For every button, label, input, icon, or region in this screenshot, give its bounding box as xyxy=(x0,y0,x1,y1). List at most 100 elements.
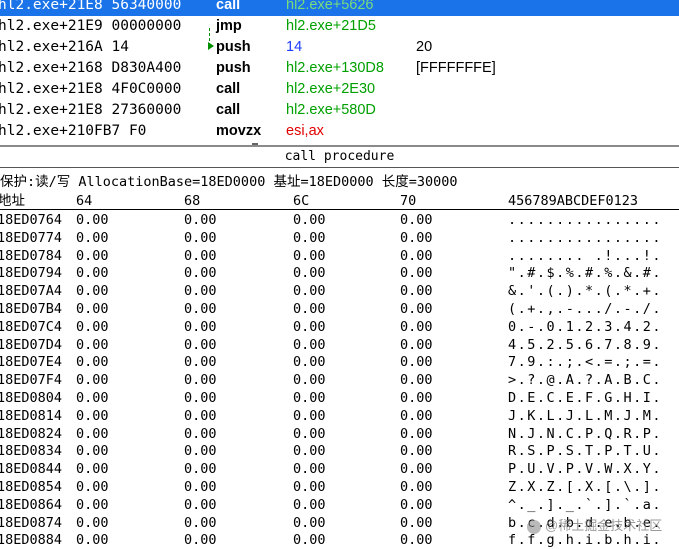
column-header-6c[interactable]: 6C xyxy=(293,193,309,210)
memory-row[interactable]: 18ED0774 0.00 0.00 0.00 0.00................ xyxy=(0,230,679,247)
memory-value[interactable]: 0.00 xyxy=(76,515,109,532)
memory-value[interactable]: 0.00 xyxy=(184,443,217,460)
memory-value[interactable]: 0.00 xyxy=(293,248,326,265)
memory-value[interactable]: 0.00 xyxy=(184,461,217,478)
disassembly-pane[interactable]: hl2.exe+21E8 56340000 call hl2.exe+5626 hl2… xyxy=(0,0,679,145)
memory-value[interactable]: 0.00 xyxy=(400,337,433,354)
disasm-row[interactable]: hl2.exe+216A 14 push 14 20 xyxy=(0,37,679,58)
memory-row[interactable]: 18ED0864 0.00 0.00 0.00 0.00 ^._.]._.`.].`.a. xyxy=(0,497,679,514)
memory-value[interactable]: 0.00 xyxy=(184,408,217,425)
memory-value[interactable]: 0.00 xyxy=(293,479,326,496)
memory-value[interactable]: 0.00 xyxy=(400,248,433,265)
memory-value[interactable]: 0.00 xyxy=(184,372,217,389)
memory-value[interactable]: 0.00 xyxy=(293,461,326,478)
memory-row[interactable]: 18ED0794 0.00 0.00 0.00 0.00 ".#.$.%.#.%.&.#. xyxy=(0,265,679,282)
memory-value[interactable]: 0.00 xyxy=(76,319,109,336)
memory-value[interactable]: 0.00 xyxy=(293,319,326,336)
memory-value[interactable]: 0.00 xyxy=(184,532,217,549)
memory-value[interactable]: 0.00 xyxy=(184,301,217,318)
memory-value[interactable]: 0.00 xyxy=(400,265,433,282)
memory-value[interactable]: 0.00 xyxy=(76,283,109,300)
memory-value[interactable]: 0.00 xyxy=(184,497,217,514)
memory-row[interactable]: 18ED07C4 0.00 0.00 0.00 0.00 0.-.0.1.2.3.4.2. xyxy=(0,319,679,336)
memory-value[interactable]: 0.00 xyxy=(400,479,433,496)
memory-row[interactable]: 18ED07D4 0.00 0.00 0.00 0.00 4.5.2.5.6.7.8.9. xyxy=(0,337,679,354)
memory-value[interactable]: 0.00 xyxy=(76,337,109,354)
memory-value[interactable]: 0.00 xyxy=(400,319,433,336)
memory-row[interactable]: 18ED0844 0.00 0.00 0.00 0.00 P.U.V.P.V.W.X.Y. xyxy=(0,461,679,478)
memory-value[interactable]: 0.00 xyxy=(293,426,326,443)
memory-value[interactable]: 0.00 xyxy=(293,230,326,247)
memory-value[interactable]: 0.00 xyxy=(400,354,433,371)
memory-value[interactable]: 0.00 xyxy=(293,390,326,407)
memory-value[interactable]: 0.00 xyxy=(76,443,109,460)
memory-row[interactable]: 18ED0814 0.00 0.00 0.00 0.00 J.K.L.J.L.M.J.M. xyxy=(0,408,679,425)
memory-value[interactable]: 0.00 xyxy=(76,212,109,229)
memory-value[interactable]: 0.00 xyxy=(76,230,109,247)
disasm-row[interactable]: hl2.exe+21E8 56340000 call hl2.exe+5626 xyxy=(0,0,679,16)
memory-row[interactable]: 18ED0854 0.00 0.00 0.00 0.00 Z.X.Z.[.X.[.\.]. xyxy=(0,479,679,496)
memory-value[interactable]: 0.00 xyxy=(400,212,433,229)
memory-value[interactable]: 0.00 xyxy=(293,515,326,532)
memory-value[interactable]: 0.00 xyxy=(293,408,326,425)
memory-value[interactable]: 0.00 xyxy=(184,354,217,371)
memory-value[interactable]: 0.00 xyxy=(184,337,217,354)
memory-value[interactable]: 0.00 xyxy=(293,497,326,514)
memory-value[interactable]: 0.00 xyxy=(76,372,109,389)
memory-value[interactable]: 0.00 xyxy=(400,283,433,300)
memory-view[interactable]: 18ED0764 0.00 0.00 0.00 0.00................… xyxy=(0,212,679,549)
column-header-64[interactable]: 64 xyxy=(76,193,92,210)
memory-value[interactable]: 0.00 xyxy=(400,443,433,460)
memory-row[interactable]: 18ED0824 0.00 0.00 0.00 0.00 N.J.N.C.P.Q.R.P. xyxy=(0,426,679,443)
memory-value[interactable]: 0.00 xyxy=(76,248,109,265)
memory-value[interactable]: 0.00 xyxy=(293,354,326,371)
memory-value[interactable]: 0.00 xyxy=(293,301,326,318)
memory-value[interactable]: 0.00 xyxy=(184,265,217,282)
memory-row[interactable]: 18ED07A4 0.00 0.00 0.00 0.00 &.'.(.).*.(.*.+. xyxy=(0,283,679,300)
memory-row[interactable]: 18ED07B4 0.00 0.00 0.00 0.00 (.+.,.-.../.-./. xyxy=(0,301,679,318)
column-header-ascii[interactable]: 456789ABCDEF0123 xyxy=(508,193,638,210)
disasm-row[interactable]: hl2.exe+21E8 27360000 call hl2.exe+580D xyxy=(0,100,679,121)
memory-row[interactable]: 18ED0804 0.00 0.00 0.00 0.00 D.E.C.E.F.G.H.I. xyxy=(0,390,679,407)
memory-value[interactable]: 0.00 xyxy=(76,408,109,425)
disasm-row[interactable]: hl2.exe+21E9 00000000 jmp hl2.exe+21D5 xyxy=(0,16,679,37)
memory-value[interactable]: 0.00 xyxy=(76,426,109,443)
memory-value[interactable]: 0.00 xyxy=(184,479,217,496)
memory-value[interactable]: 0.00 xyxy=(76,390,109,407)
column-header-address[interactable]: 地址 xyxy=(0,193,25,210)
memory-row[interactable]: 18ED0764 0.00 0.00 0.00 0.00................ xyxy=(0,212,679,229)
memory-value[interactable]: 0.00 xyxy=(76,301,109,318)
memory-row[interactable]: 18ED07E4 0.00 0.00 0.00 0.00 7.9.:.;.<.=.;.=. xyxy=(0,354,679,371)
memory-value[interactable]: 0.00 xyxy=(76,265,109,282)
memory-row[interactable]: 18ED0784 0.00 0.00 0.00 0.00 ........ .!...!. xyxy=(0,248,679,265)
memory-value[interactable]: 0.00 xyxy=(400,532,433,549)
memory-value[interactable]: 0.00 xyxy=(184,426,217,443)
disasm-row[interactable]: hl2.exe+21E8 4F0C0000 call hl2.exe+2E30 xyxy=(0,79,679,100)
memory-value[interactable]: 0.00 xyxy=(184,515,217,532)
memory-value[interactable]: 0.00 xyxy=(293,532,326,549)
memory-value[interactable]: 0.00 xyxy=(293,283,326,300)
memory-value[interactable]: 0.00 xyxy=(76,532,109,549)
memory-value[interactable]: 0.00 xyxy=(400,390,433,407)
memory-value[interactable]: 0.00 xyxy=(184,319,217,336)
memory-value[interactable]: 0.00 xyxy=(293,265,326,282)
memory-value[interactable]: 0.00 xyxy=(184,390,217,407)
column-header-68[interactable]: 68 xyxy=(184,193,200,210)
memory-value[interactable]: 0.00 xyxy=(400,301,433,318)
memory-value[interactable]: 0.00 xyxy=(76,354,109,371)
memory-value[interactable]: 0.00 xyxy=(400,230,433,247)
memory-value[interactable]: 0.00 xyxy=(293,372,326,389)
memory-value[interactable]: 0.00 xyxy=(400,372,433,389)
memory-value[interactable]: 0.00 xyxy=(184,248,217,265)
memory-value[interactable]: 0.00 xyxy=(400,408,433,425)
memory-value[interactable]: 0.00 xyxy=(400,461,433,478)
memory-value[interactable]: 0.00 xyxy=(184,230,217,247)
memory-value[interactable]: 0.00 xyxy=(76,461,109,478)
memory-value[interactable]: 0.00 xyxy=(293,212,326,229)
disasm-row[interactable]: hl2.exe+2168 D830A400 push hl2.exe+130D8 [F… xyxy=(0,58,679,79)
memory-row[interactable]: 18ED0834 0.00 0.00 0.00 0.00 R.S.P.S.T.P.T.U. xyxy=(0,443,679,460)
column-header-70[interactable]: 70 xyxy=(400,193,416,210)
memory-row[interactable]: 18ED07F4 0.00 0.00 0.00 0.00 >.?.@.A.?.A.B.C. xyxy=(0,372,679,389)
memory-value[interactable]: 0.00 xyxy=(400,515,433,532)
memory-value[interactable]: 0.00 xyxy=(400,497,433,514)
